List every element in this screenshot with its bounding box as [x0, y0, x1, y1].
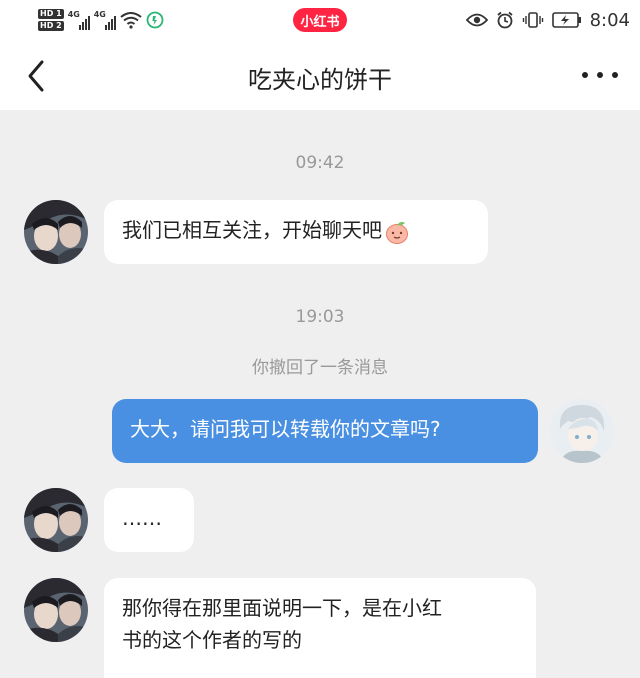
battery-charging-icon: [551, 12, 581, 28]
signal-group: HD 1 HD 2 4G 4G: [38, 6, 164, 34]
hd-badge-1: HD 1: [38, 9, 64, 19]
recall-notice: 你撤回了一条消息: [252, 358, 388, 378]
status-bar: HD 1 HD 2 4G 4G 小红书 8:04: [0, 0, 640, 40]
message-text: ……: [122, 506, 162, 530]
message-bubble[interactable]: 我们已相互关注，开始聊天吧: [104, 200, 488, 264]
hd-badge-2: HD 2: [38, 21, 64, 31]
message-text-line-1: 那你得在那里面说明一下，是在小红: [122, 596, 442, 620]
my-avatar[interactable]: [550, 399, 614, 463]
message-text-line-2: 书的这个作者的写的: [122, 628, 302, 652]
signal-icon-1: 4G: [68, 10, 90, 30]
clock: 8:04: [589, 9, 630, 31]
more-options-icon[interactable]: [580, 70, 620, 80]
avatar[interactable]: [24, 578, 88, 642]
avatar[interactable]: [24, 200, 88, 264]
chat-header: 吃夹心的饼干: [0, 40, 640, 110]
timestamp: 09:42: [295, 153, 345, 173]
message-text: 我们已相互关注，开始聊天吧: [122, 218, 382, 242]
message-text: 大大，请问我可以转载你的文章吗?: [130, 417, 441, 441]
message-bubble[interactable]: 那你得在那里面说明一下，是在小红 书的这个作者的写的: [104, 578, 536, 678]
vibrate-icon: [522, 12, 543, 28]
app-badge: 小红书: [293, 8, 347, 32]
eye-icon: [465, 13, 488, 27]
wifi-icon: [120, 12, 142, 29]
signal-icon-2: 4G: [94, 10, 116, 30]
status-icons: 8:04: [465, 6, 630, 34]
message-bubble-sent[interactable]: 大大，请问我可以转载你的文章吗?: [112, 399, 538, 463]
hotspot-icon: [146, 11, 164, 29]
alarm-icon: [497, 11, 513, 29]
message-bubble[interactable]: ……: [104, 488, 194, 552]
peach-emoji-icon: [386, 221, 408, 244]
chat-title: 吃夹心的饼干: [248, 66, 392, 94]
avatar[interactable]: [24, 488, 88, 552]
timestamp: 19:03: [295, 307, 345, 327]
